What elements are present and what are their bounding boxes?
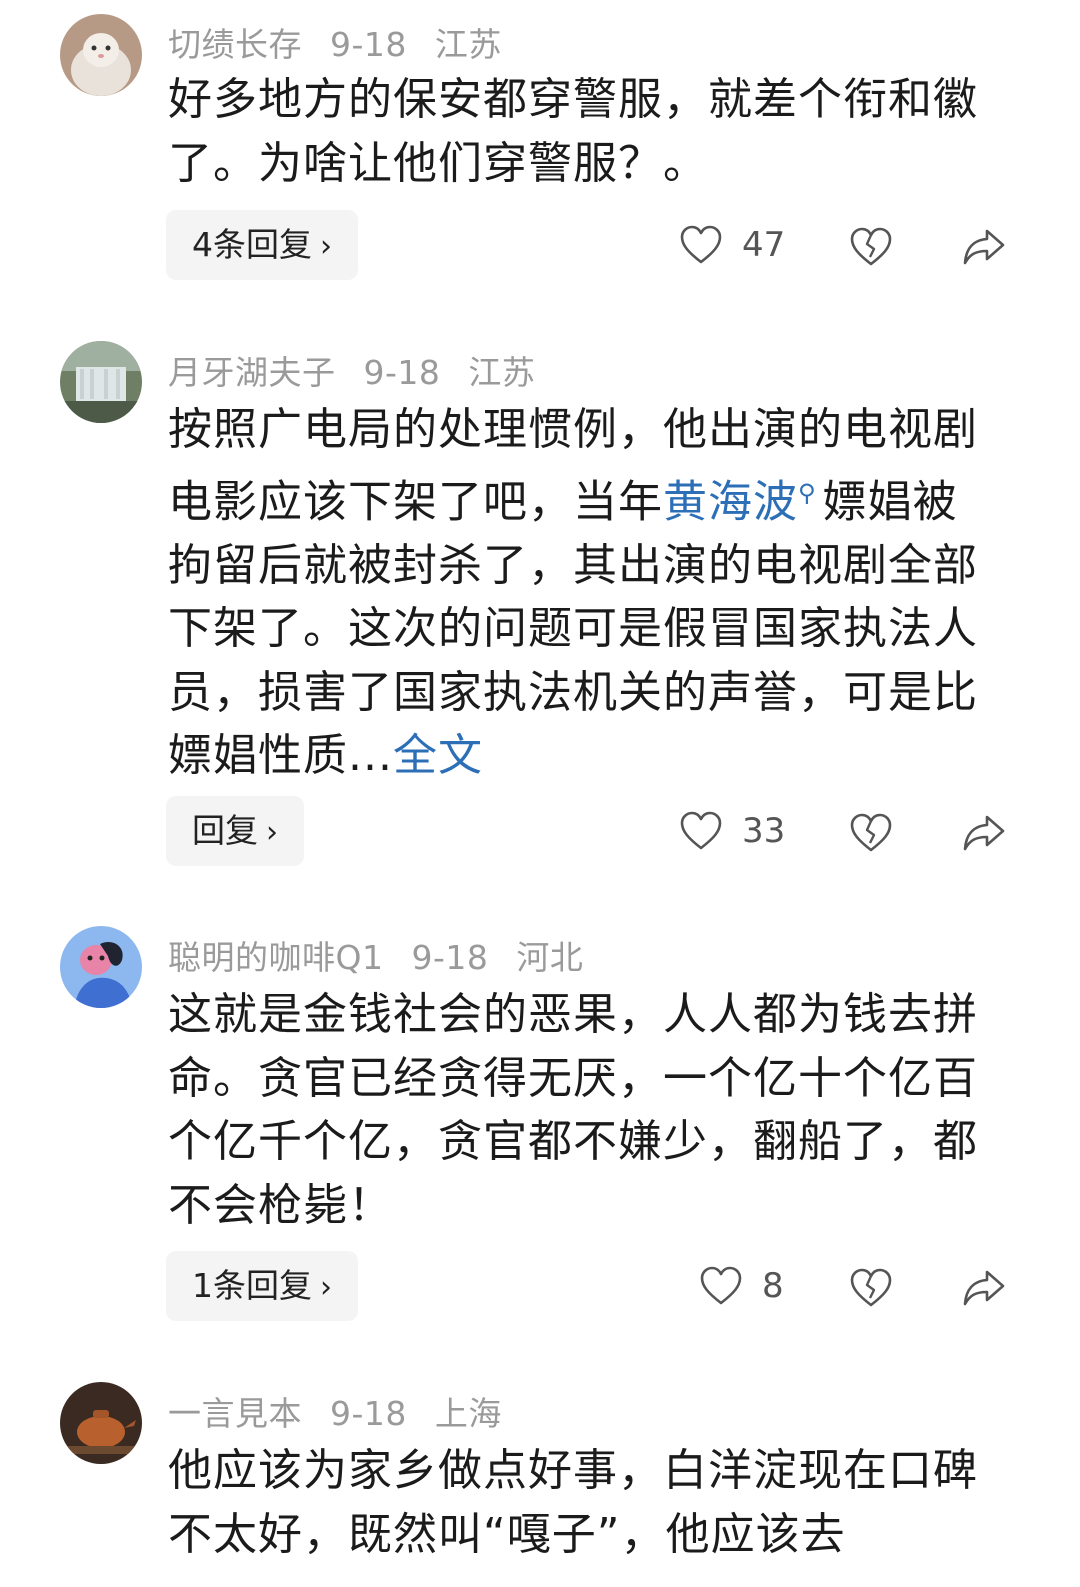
heart-icon: [680, 811, 722, 851]
view-replies-button[interactable]: 1条回复 ›: [166, 1251, 358, 1321]
comment-meta: 聪明的咖啡Q1 9-18 河北: [168, 931, 611, 979]
keyword-link[interactable]: 黄海波: [663, 476, 798, 527]
like-button[interactable]: 8: [700, 1261, 784, 1311]
avatar[interactable]: [60, 1382, 142, 1464]
comment-text[interactable]: 他应该为家乡做点好事，白洋淀现在口碑不太好，既然叫“嘎子”，他应该去: [168, 1439, 978, 1566]
username[interactable]: 聪明的咖啡Q1: [168, 938, 383, 977]
dislike-button[interactable]: [850, 1263, 892, 1313]
chevron-right-icon: ›: [320, 1270, 332, 1305]
broken-heart-icon: [850, 1268, 892, 1308]
comment-date: 9-18: [411, 938, 489, 977]
share-button[interactable]: [962, 222, 1006, 272]
avatar[interactable]: [60, 341, 142, 423]
like-button[interactable]: 47: [680, 220, 785, 270]
dislike-button[interactable]: [850, 808, 892, 858]
like-button[interactable]: 33: [680, 806, 785, 856]
chevron-right-icon: ›: [320, 229, 332, 264]
heart-icon: [680, 225, 722, 265]
share-button[interactable]: [962, 808, 1006, 858]
comment-location: 上海: [434, 1394, 502, 1433]
avatar[interactable]: [60, 926, 142, 1008]
comment-meta: 月牙湖夫子 9-18 江苏: [168, 346, 563, 394]
comment-text[interactable]: 按照广电局的处理惯例，他出演的电视剧电影应该下架了吧，当年黄海波⚲ 嫖娼被拘留后就…: [168, 398, 978, 788]
reply-label: 回复: [192, 811, 258, 850]
username[interactable]: 月牙湖夫子: [168, 353, 336, 392]
comment-meta: 切绩长存 9-18 江苏: [168, 18, 530, 66]
reply-button[interactable]: 回复 ›: [166, 796, 304, 866]
view-replies-button[interactable]: 4条回复 ›: [166, 210, 358, 280]
broken-heart-icon: [850, 227, 892, 267]
expand-full-text-link[interactable]: 全文: [393, 730, 483, 781]
share-icon: [962, 813, 1006, 853]
share-button[interactable]: [962, 1263, 1006, 1313]
like-count: 33: [742, 811, 786, 851]
share-icon: [962, 227, 1006, 267]
like-count: 8: [762, 1266, 784, 1306]
comment-location: 河北: [516, 938, 584, 977]
reply-label: 4条回复: [192, 225, 312, 264]
chevron-right-icon: ›: [266, 815, 278, 850]
comment-location: 江苏: [434, 25, 502, 64]
comment-date: 9-18: [330, 25, 407, 64]
comment-meta: 一言見本 9-18 上海: [168, 1387, 530, 1435]
avatar[interactable]: [60, 14, 142, 96]
share-icon: [962, 1268, 1006, 1308]
heart-icon: [700, 1266, 742, 1306]
comment-date: 9-18: [363, 353, 441, 392]
comment-date: 9-18: [330, 1394, 407, 1433]
dislike-button[interactable]: [850, 222, 892, 272]
comment-location: 江苏: [468, 353, 536, 392]
username[interactable]: 切绩长存: [168, 25, 302, 64]
reply-label: 1条回复: [192, 1266, 312, 1305]
search-icon: ⚲: [798, 478, 817, 507]
broken-heart-icon: [850, 813, 892, 853]
comment-text[interactable]: 这就是金钱社会的恶果，人人都为钱去拼命。贪官已经贪得无厌，一个亿十个亿百个亿千个…: [168, 983, 978, 1237]
comment-text[interactable]: 好多地方的保安都穿警服，就差个衔和徽了。为啥让他们穿警服？。: [168, 68, 978, 195]
like-count: 47: [742, 225, 786, 265]
username[interactable]: 一言見本: [168, 1394, 302, 1433]
